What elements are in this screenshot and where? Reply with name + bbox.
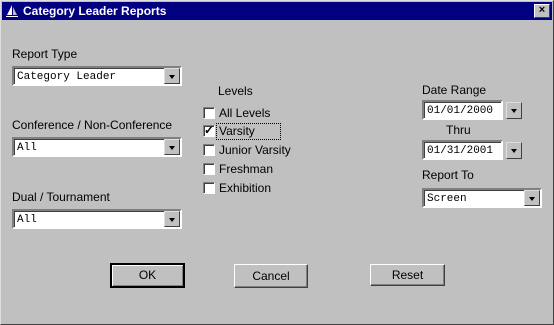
freshman-checkbox[interactable]: ✓ — [203, 163, 215, 175]
exhibition-checkbox[interactable]: ✓ — [203, 182, 215, 194]
date-from-dropdown-button[interactable] — [506, 102, 522, 119]
freshman-label[interactable]: Freshman — [219, 162, 273, 176]
report-type-dropdown-button[interactable] — [164, 68, 180, 84]
exhibition-label[interactable]: Exhibition — [219, 181, 271, 195]
report-type-value: Category Leader — [17, 71, 117, 83]
report-to-value: Screen — [427, 193, 467, 205]
dual-tournament-dropdown-button[interactable] — [164, 211, 180, 227]
chevron-down-icon — [529, 197, 535, 201]
all-levels-label[interactable]: All Levels — [219, 106, 270, 120]
chevron-down-icon — [169, 75, 175, 79]
dual-tournament-label: Dual / Tournament — [12, 190, 110, 204]
conference-select[interactable]: All — [12, 137, 182, 157]
dual-tournament-value: All — [17, 214, 37, 226]
levels-label: Levels — [218, 84, 253, 98]
junior-varsity-label[interactable]: Junior Varsity — [219, 143, 291, 157]
chevron-down-icon — [169, 218, 175, 222]
varsity-checkbox[interactable]: ✓ — [203, 123, 215, 137]
chevron-down-icon — [511, 149, 517, 153]
varsity-label[interactable]: Varsity — [219, 124, 255, 138]
date-to-dropdown-button[interactable] — [506, 142, 522, 159]
report-type-select[interactable]: Category Leader — [12, 66, 182, 86]
report-type-label: Report Type — [12, 47, 78, 61]
check-icon: ✓ — [204, 123, 215, 137]
conference-label: Conference / Non-Conference — [12, 118, 173, 132]
junior-varsity-checkbox[interactable]: ✓ — [203, 144, 215, 156]
cancel-button[interactable]: Cancel — [234, 264, 308, 288]
reset-button[interactable]: Reset — [370, 264, 445, 286]
thru-label: Thru — [446, 123, 471, 137]
date-to-field[interactable]: 01/31/2001 — [422, 140, 503, 160]
sailboat-icon — [6, 5, 18, 17]
report-to-select[interactable]: Screen — [422, 188, 542, 208]
report-window: Category Leader Reports × Report Type Ca… — [0, 0, 554, 325]
date-to-value: 01/31/2001 — [427, 145, 494, 157]
title-bar[interactable]: Category Leader Reports × — [2, 2, 552, 20]
all-levels-checkbox[interactable]: ✓ — [203, 107, 215, 119]
dual-tournament-select[interactable]: All — [12, 209, 182, 229]
chevron-down-icon — [511, 109, 517, 113]
date-from-value: 01/01/2000 — [427, 105, 494, 117]
date-range-label: Date Range — [422, 83, 487, 97]
date-from-field[interactable]: 01/01/2000 — [422, 100, 503, 120]
report-to-label: Report To — [422, 168, 474, 182]
close-button[interactable]: × — [534, 4, 550, 18]
window-title: Category Leader Reports — [23, 4, 167, 18]
conference-dropdown-button[interactable] — [164, 139, 180, 155]
ok-button[interactable]: OK — [110, 263, 185, 288]
chevron-down-icon — [169, 146, 175, 150]
report-to-dropdown-button[interactable] — [524, 190, 540, 206]
close-icon: × — [538, 4, 546, 16]
conference-value: All — [17, 142, 37, 154]
